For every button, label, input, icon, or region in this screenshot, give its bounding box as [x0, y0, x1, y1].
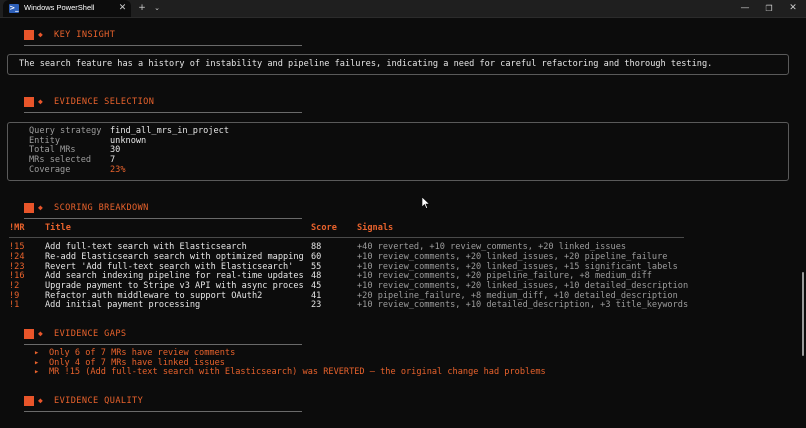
field-label: Coverage [29, 165, 71, 175]
bullet-arrow-icon: ▸ [34, 348, 40, 358]
section-marker-icon [24, 97, 34, 107]
bullet-arrow-icon: ▸ [34, 367, 40, 377]
diamond-icon: ◆ [38, 97, 43, 106]
tab-close-button[interactable]: ✕ [117, 2, 128, 14]
field-value: 30 [110, 145, 121, 155]
mr-title: Add full-text search with Elasticsearch [45, 242, 247, 252]
section-marker-icon [24, 203, 34, 213]
mr-title: Re-add Elasticsearch search with optimiz… [45, 252, 304, 262]
terminal-tab[interactable]: >_ Windows PowerShell ✕ [3, 0, 131, 17]
field-value: find_all_mrs_in_project [110, 126, 229, 136]
mr-signals: +10 review_comments, +20 linked_issues, … [357, 281, 689, 291]
column-header-title: Title [45, 223, 71, 233]
column-header-mr: !MR [9, 223, 25, 233]
mr-score: 60 [311, 252, 322, 262]
mr-id: !2 [9, 281, 20, 291]
mr-signals: +10 review_comments, +20 pipeline_failur… [357, 271, 652, 281]
diamond-icon: ◆ [38, 396, 43, 405]
mr-title: Add search indexing pipeline for real-ti… [45, 271, 304, 281]
title-bar: >_ Windows PowerShell ✕ + ⌄ — ❐ ✕ [0, 0, 806, 18]
minimize-button[interactable]: — [738, 2, 752, 15]
evidence-selection-heading: EVIDENCE SELECTION [54, 97, 155, 107]
gap-text: MR !15 (Add full-text search with Elasti… [49, 367, 546, 377]
diamond-icon: ◆ [38, 329, 43, 338]
tab-title: Windows PowerShell [24, 3, 95, 12]
maximize-button[interactable]: ❐ [762, 2, 776, 15]
tab-dropdown-button[interactable]: ⌄ [151, 2, 163, 15]
mr-signals: +10 review_comments, +10 detailed_descri… [357, 300, 689, 310]
mr-title: Add initial payment processing [45, 300, 201, 310]
mr-title: Upgrade payment to Stripe v3 API with as… [45, 281, 304, 291]
field-label: Query strategy [29, 126, 102, 136]
mr-id: !1 [9, 300, 20, 310]
coverage-value: 23% [110, 165, 126, 175]
mr-signals: +10 review_comments, +20 linked_issues, … [357, 252, 668, 262]
scoring-breakdown-heading: SCORING BREAKDOWN [54, 203, 149, 213]
gap-text: Only 6 of 7 MRs have review comments [49, 348, 236, 358]
evidence-gaps-heading: EVIDENCE GAPS [54, 329, 127, 339]
divider [24, 45, 302, 46]
column-header-signals: Signals [357, 223, 394, 233]
divider [24, 112, 302, 113]
diamond-icon: ◆ [38, 30, 43, 39]
section-marker-icon [24, 396, 34, 406]
divider [24, 344, 302, 345]
key-insight-text: The search feature has a history of inst… [19, 59, 713, 69]
mouse-cursor-icon [422, 197, 430, 209]
new-tab-button[interactable]: + [136, 2, 148, 15]
evidence-quality-heading: EVIDENCE QUALITY [54, 396, 144, 406]
mr-score: 23 [311, 300, 322, 310]
mr-score: 45 [311, 281, 322, 291]
field-value: 7 [110, 155, 116, 165]
column-header-score: Score [311, 223, 337, 233]
divider [24, 218, 302, 219]
mr-signals: +40 reverted, +10 review_comments, +20 l… [357, 242, 627, 252]
vertical-scrollbar[interactable] [802, 272, 804, 356]
close-window-button[interactable]: ✕ [786, 2, 800, 15]
mr-id: !16 [9, 271, 25, 281]
mr-id: !15 [9, 242, 25, 252]
mr-score: 48 [311, 271, 322, 281]
table-header-divider [9, 237, 684, 238]
diamond-icon: ◆ [38, 203, 43, 212]
mr-score: 88 [311, 242, 322, 252]
section-marker-icon [24, 30, 34, 40]
key-insight-heading: KEY INSIGHT [54, 30, 116, 40]
field-label: MRs selected [29, 155, 92, 165]
powershell-icon: >_ [9, 4, 19, 13]
mr-id: !24 [9, 252, 25, 262]
divider [24, 411, 302, 412]
field-label: Total MRs [29, 145, 76, 155]
section-marker-icon [24, 329, 34, 339]
